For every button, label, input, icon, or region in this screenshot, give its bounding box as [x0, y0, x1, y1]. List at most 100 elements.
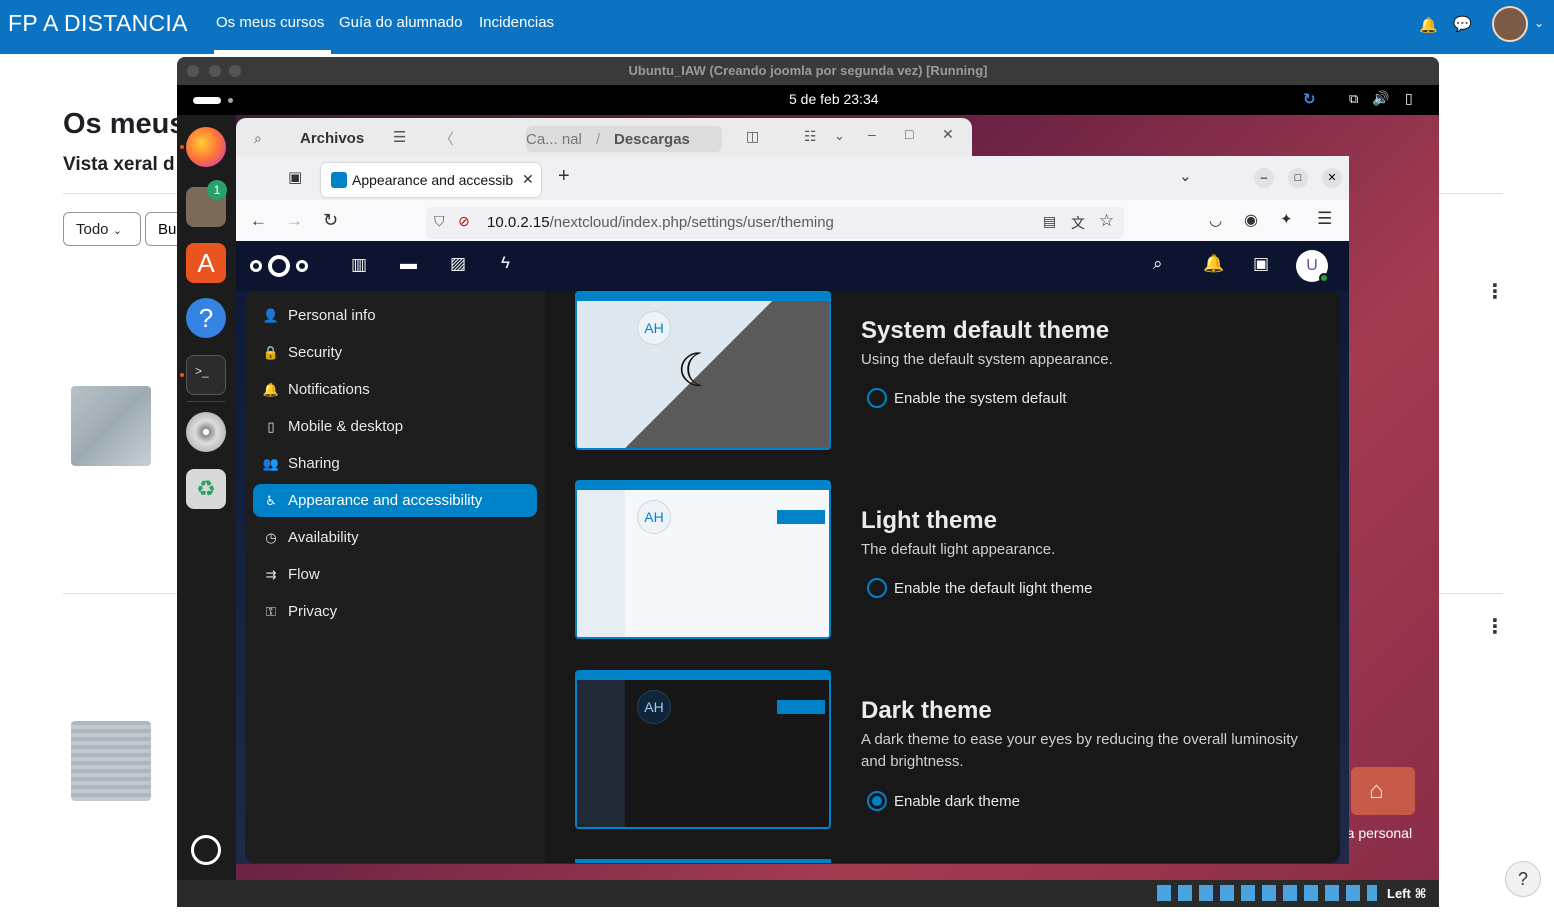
home-folder-icon[interactable]: ⌂: [1351, 767, 1415, 815]
course-actions-kebab-icon[interactable]: ⋮: [1485, 614, 1505, 639]
reader-view-icon[interactable]: ▤: [1043, 213, 1056, 230]
insecure-lock-icon[interactable]: ⊘: [458, 213, 470, 230]
messages-chat-icon[interactable]: 💬: [1453, 15, 1472, 33]
contacts-icon[interactable]: ▣: [1253, 254, 1269, 274]
path-segment[interactable]: Ca... nal: [526, 131, 582, 148]
disc-icon[interactable]: [186, 412, 226, 452]
course-thumbnail[interactable]: [71, 386, 151, 466]
back-icon[interactable]: ←: [250, 211, 267, 231]
back-icon[interactable]: 〈: [439, 128, 454, 149]
radio-system-default[interactable]: [867, 388, 887, 408]
sidebar-item-mobile-desktop[interactable]: ▯ Mobile & desktop: [253, 410, 537, 443]
activity-icon[interactable]: ϟ: [501, 253, 510, 273]
dashboard-icon[interactable]: ▥: [351, 255, 367, 275]
sidebar-item-privacy[interactable]: ⚿ Privacy: [253, 595, 537, 628]
course-actions-kebab-icon[interactable]: ⋮: [1485, 279, 1505, 304]
show-apps-ubuntu-icon[interactable]: [191, 835, 221, 865]
activities-indicator-icon[interactable]: [193, 97, 221, 104]
radio-label[interactable]: Enable the default light theme: [894, 580, 1092, 597]
sidebar-item-sharing[interactable]: 👥 Sharing: [253, 447, 537, 480]
preview-avatar: AH: [637, 500, 671, 534]
shield-icon[interactable]: ⛉: [434, 213, 445, 230]
vm-device-icons[interactable]: [1157, 885, 1377, 901]
battery-icon[interactable]: ▯: [1405, 90, 1413, 107]
user-avatar[interactable]: [1492, 6, 1528, 42]
url-bar[interactable]: ⛉ ⊘ 10.0.2.15/nextcloud/index.php/settin…: [426, 207, 1124, 239]
nextcloud-logo-icon[interactable]: [250, 255, 312, 277]
tab-overview-icon[interactable]: ▣: [288, 168, 302, 186]
sidebar-item-flow[interactable]: ⇉ Flow: [253, 558, 537, 591]
files-folder-icon[interactable]: ▬: [400, 254, 417, 274]
nextcloud-favicon-icon: [331, 172, 347, 188]
trash-icon[interactable]: ♻: [186, 469, 226, 509]
theme-preview-next[interactable]: [575, 859, 831, 863]
theme-preview-light[interactable]: AH: [575, 480, 831, 639]
firefox-icon[interactable]: [186, 127, 226, 167]
sidebar-item-notifications[interactable]: 🔔 Notifications: [253, 373, 537, 406]
notifications-bell-icon[interactable]: 🔔: [1419, 16, 1438, 34]
volume-icon[interactable]: 🔊: [1372, 90, 1389, 107]
maximize-icon[interactable]: □: [1288, 168, 1308, 188]
account-icon[interactable]: ◉: [1244, 210, 1258, 230]
extensions-icon[interactable]: ✦: [1280, 210, 1293, 228]
radio-label[interactable]: Enable the system default: [894, 390, 1067, 407]
network-icon[interactable]: ⧉: [1349, 91, 1358, 107]
help-button[interactable]: ?: [1505, 861, 1541, 897]
files-window: ⌕ Archivos ☰ 〈 Ca... nal / Descargas ◫ ☷…: [236, 118, 972, 158]
translate-icon[interactable]: 文: [1071, 213, 1085, 233]
radio-label[interactable]: Enable dark theme: [894, 793, 1020, 810]
search-icon[interactable]: ⌕: [1153, 254, 1163, 274]
reload-icon[interactable]: ↻: [323, 210, 338, 231]
tab-appearance[interactable]: Appearance and accessib ✕: [321, 163, 541, 197]
person-icon: 👤: [262, 308, 280, 323]
terminal-icon[interactable]: >_: [186, 355, 226, 395]
chevron-down-icon[interactable]: ⌄: [834, 128, 845, 144]
close-icon[interactable]: ✕: [942, 126, 954, 143]
radio-light-theme[interactable]: [867, 578, 887, 598]
sidebar-item-personal-info[interactable]: 👤 Personal info: [253, 299, 537, 332]
filter-dropdown[interactable]: Todo ⌄: [63, 212, 141, 246]
nav-my-courses[interactable]: Os meus cursos: [216, 14, 324, 31]
sidebar-item-availability[interactable]: ◷ Availability: [253, 521, 537, 554]
course-thumbnail[interactable]: [71, 721, 151, 801]
help-icon[interactable]: ?: [186, 298, 226, 338]
list-tabs-chevron-down-icon[interactable]: ⌄: [1179, 167, 1192, 185]
nav-student-guide[interactable]: Guía do alumnado: [339, 14, 462, 31]
preview-avatar: AH: [637, 311, 671, 345]
zoom-window-icon[interactable]: [229, 65, 241, 77]
close-tab-icon[interactable]: ✕: [522, 171, 534, 188]
filter-label: Todo: [76, 221, 109, 238]
user-menu-chevron-down-icon[interactable]: ⌄: [1534, 16, 1544, 30]
radio-dark-theme[interactable]: [867, 791, 887, 811]
close-icon[interactable]: ✕: [1322, 168, 1342, 188]
app-menu-icon[interactable]: ☰: [1317, 209, 1332, 229]
bookmark-star-icon[interactable]: ☆: [1099, 211, 1114, 231]
clock-icon: ◷: [265, 530, 277, 545]
workspace-dot-icon[interactable]: [228, 98, 233, 103]
minimize-icon[interactable]: –: [1254, 168, 1274, 188]
sidebar-item-appearance[interactable]: ♿ Appearance and accessibility: [253, 484, 537, 517]
camera-icon[interactable]: ◫: [746, 128, 759, 145]
theme-preview-dark[interactable]: AH: [575, 670, 831, 829]
theme-preview-system[interactable]: AH ☾: [575, 291, 831, 450]
notifications-bell-icon[interactable]: 🔔: [1203, 254, 1224, 274]
nav-incidents[interactable]: Incidencias: [479, 14, 554, 31]
pocket-icon[interactable]: ◡: [1209, 211, 1222, 229]
list-view-icon[interactable]: ☷: [804, 128, 817, 145]
sync-icon[interactable]: ↻: [1303, 90, 1316, 108]
photos-icon[interactable]: ▨: [450, 254, 466, 274]
maximize-icon[interactable]: □: [905, 126, 913, 142]
tab-strip: ▣ Appearance and accessib ✕ + ⌄ – □ ✕: [236, 156, 1349, 200]
site-brand[interactable]: FP A DISTANCIA: [8, 10, 188, 37]
menu-icon[interactable]: ☰: [393, 128, 406, 146]
close-window-icon[interactable]: [187, 65, 199, 77]
clock[interactable]: 5 de feb 23:34: [789, 91, 879, 107]
minimize-window-icon[interactable]: [209, 65, 221, 77]
sidebar-item-security[interactable]: 🔒 Security: [253, 336, 537, 369]
minimize-icon[interactable]: –: [868, 126, 876, 142]
app-center-icon[interactable]: A: [186, 243, 226, 283]
search-icon[interactable]: ⌕: [254, 130, 262, 147]
path-segment[interactable]: Descargas: [614, 131, 690, 148]
forward-icon[interactable]: →: [286, 211, 303, 231]
new-tab-icon[interactable]: +: [558, 165, 570, 188]
